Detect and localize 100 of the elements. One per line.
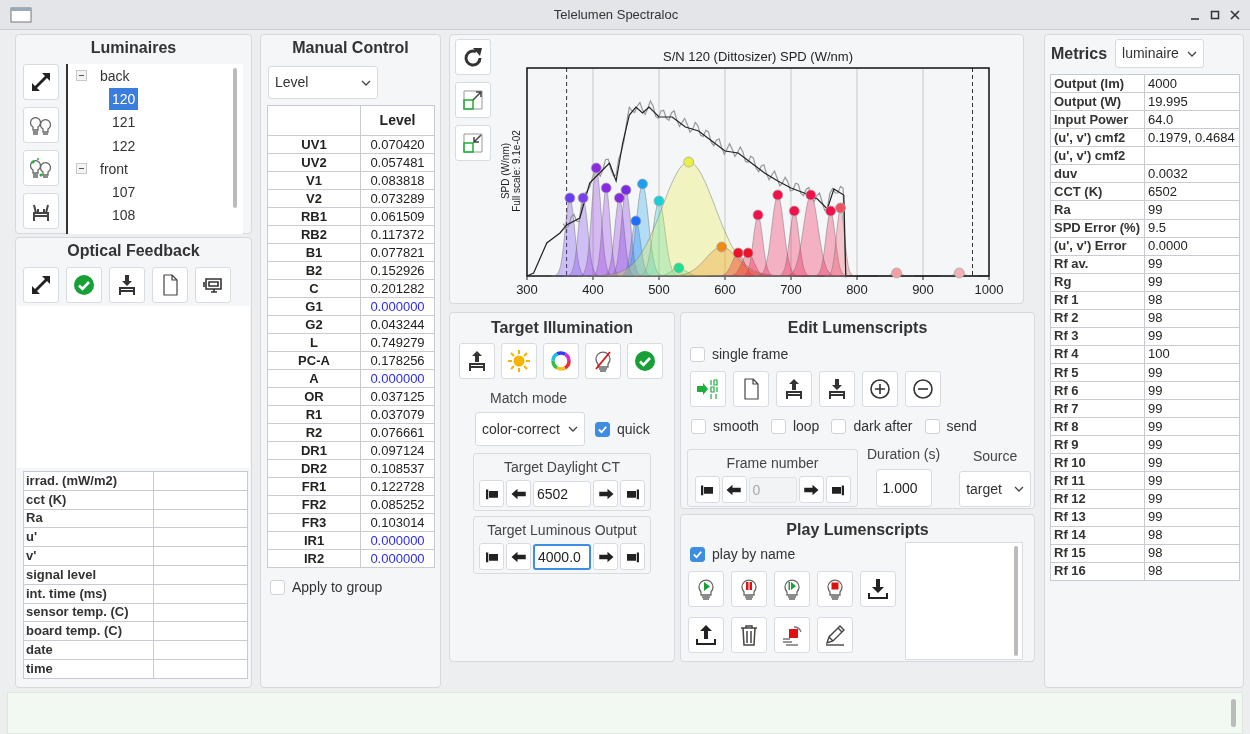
collapse-toggle-icon[interactable] bbox=[76, 163, 87, 175]
peak-handle[interactable] bbox=[564, 192, 576, 204]
level-value[interactable]: 0.076661 bbox=[360, 423, 435, 442]
peak-handle[interactable] bbox=[614, 192, 625, 204]
level-value[interactable]: 0.117372 bbox=[360, 225, 435, 244]
peak-handle[interactable] bbox=[835, 202, 846, 214]
first-frame-button[interactable] bbox=[479, 480, 504, 507]
download-button[interactable] bbox=[860, 571, 896, 607]
level-value[interactable]: 0.103014 bbox=[360, 513, 435, 532]
peak-handle[interactable] bbox=[716, 241, 728, 253]
expand-button[interactable] bbox=[23, 267, 59, 303]
expand-button[interactable] bbox=[23, 64, 59, 100]
enlarge-button[interactable] bbox=[455, 82, 491, 118]
delete-button[interactable] bbox=[731, 617, 767, 653]
step-button[interactable] bbox=[774, 571, 810, 607]
scrollbar[interactable] bbox=[1014, 546, 1018, 656]
edit-button[interactable] bbox=[817, 617, 853, 653]
import-button[interactable] bbox=[690, 371, 726, 407]
level-value[interactable]: 0.000000 bbox=[360, 549, 435, 568]
shrink-button[interactable] bbox=[455, 125, 491, 161]
peak-handle[interactable] bbox=[752, 209, 764, 221]
tree-item[interactable]: 107 bbox=[109, 181, 139, 204]
peak-handle[interactable] bbox=[732, 247, 744, 259]
peak-handle[interactable] bbox=[630, 215, 642, 227]
download-button[interactable] bbox=[819, 371, 855, 407]
arrow-left-button[interactable] bbox=[506, 543, 531, 570]
level-value[interactable]: 0.108537 bbox=[360, 459, 435, 478]
number-field[interactable]: 4000.0 bbox=[533, 543, 591, 570]
level-value[interactable]: 0.000000 bbox=[360, 297, 435, 316]
new-button[interactable] bbox=[733, 371, 769, 407]
display-button[interactable] bbox=[195, 267, 231, 303]
level-value[interactable]: 0.201282 bbox=[360, 279, 435, 298]
peak-handle[interactable] bbox=[953, 267, 965, 279]
peak-handle[interactable] bbox=[653, 195, 665, 207]
peak-handle[interactable] bbox=[577, 192, 589, 204]
upload-button[interactable] bbox=[776, 371, 812, 407]
refresh-button[interactable] bbox=[455, 39, 491, 75]
scope-dropdown[interactable]: luminaire bbox=[1115, 39, 1205, 68]
duration-field[interactable]: 1.000 bbox=[875, 469, 932, 507]
arrow-right-button[interactable] bbox=[593, 543, 618, 570]
new-document-button[interactable] bbox=[152, 267, 188, 303]
peak-handle[interactable] bbox=[825, 205, 836, 217]
level-value[interactable]: 0.037125 bbox=[360, 387, 435, 406]
arrow-left-button[interactable] bbox=[506, 480, 531, 507]
level-value[interactable]: 0.097124 bbox=[360, 441, 435, 460]
bulbs-button[interactable] bbox=[23, 107, 59, 143]
close-icon[interactable] bbox=[1230, 9, 1240, 20]
scrollbar[interactable] bbox=[1231, 699, 1236, 727]
fixture-button[interactable] bbox=[23, 193, 59, 229]
play-button[interactable] bbox=[688, 571, 724, 607]
last-frame-button[interactable] bbox=[620, 480, 645, 507]
bulbs-select-button[interactable] bbox=[23, 150, 59, 186]
peak-handle[interactable] bbox=[788, 205, 800, 217]
peak-handle[interactable] bbox=[590, 162, 602, 174]
peak-handle[interactable] bbox=[673, 262, 685, 274]
level-value[interactable]: 0.085252 bbox=[360, 495, 435, 514]
maximize-icon[interactable] bbox=[1210, 9, 1220, 20]
level-value[interactable]: 0.037079 bbox=[360, 405, 435, 424]
last-frame-button[interactable] bbox=[825, 476, 851, 503]
level-value[interactable]: 0.749279 bbox=[360, 333, 435, 352]
level-value[interactable]: 0.083818 bbox=[360, 171, 435, 190]
upload-button[interactable] bbox=[688, 617, 724, 653]
level-value[interactable]: 0.077821 bbox=[360, 243, 435, 262]
collapse-toggle-icon[interactable] bbox=[76, 70, 87, 82]
source-dropdown[interactable]: target bbox=[959, 471, 1032, 507]
peak-handle[interactable] bbox=[805, 189, 817, 201]
level-value[interactable]: 0.061509 bbox=[360, 207, 435, 226]
level-value[interactable]: 0.043244 bbox=[360, 315, 435, 334]
first-frame-button[interactable] bbox=[694, 476, 720, 503]
level-value[interactable]: 0.122728 bbox=[360, 477, 435, 496]
apply-button[interactable] bbox=[627, 343, 663, 379]
arrow-left-button[interactable] bbox=[721, 476, 747, 503]
checkbox[interactable] bbox=[595, 421, 610, 437]
level-value[interactable]: 0.057481 bbox=[360, 153, 435, 172]
peak-handle[interactable] bbox=[683, 156, 695, 168]
tree-item[interactable]: back bbox=[97, 64, 133, 87]
tree-item[interactable]: 120 bbox=[109, 87, 139, 110]
arrow-right-button[interactable] bbox=[798, 476, 824, 503]
pause-button[interactable] bbox=[731, 571, 767, 607]
match-mode-dropdown[interactable]: color-correct bbox=[475, 412, 585, 446]
download-button[interactable] bbox=[109, 267, 145, 303]
peak-handle[interactable] bbox=[742, 247, 754, 259]
level-value[interactable]: 0.070420 bbox=[360, 135, 435, 154]
lights-off-button[interactable] bbox=[585, 343, 621, 379]
level-value[interactable]: 0.152926 bbox=[360, 261, 435, 280]
tree-item[interactable]: 121 bbox=[109, 111, 139, 134]
first-frame-button[interactable] bbox=[479, 543, 504, 570]
level-value[interactable]: 0.073289 bbox=[360, 189, 435, 208]
tree-item[interactable]: 122 bbox=[109, 134, 139, 157]
accept-button[interactable] bbox=[66, 267, 102, 303]
level-value[interactable]: 0.178256 bbox=[360, 351, 435, 370]
arrow-right-button[interactable] bbox=[593, 480, 618, 507]
tree-item[interactable]: 108 bbox=[109, 204, 139, 227]
record-button[interactable] bbox=[774, 617, 810, 653]
upload-button[interactable] bbox=[459, 343, 495, 379]
peak-handle[interactable] bbox=[772, 189, 784, 201]
add-button[interactable] bbox=[862, 371, 898, 407]
scrollbar[interactable] bbox=[233, 68, 237, 208]
tree-item[interactable]: front bbox=[97, 157, 131, 180]
last-frame-button[interactable] bbox=[620, 543, 645, 570]
